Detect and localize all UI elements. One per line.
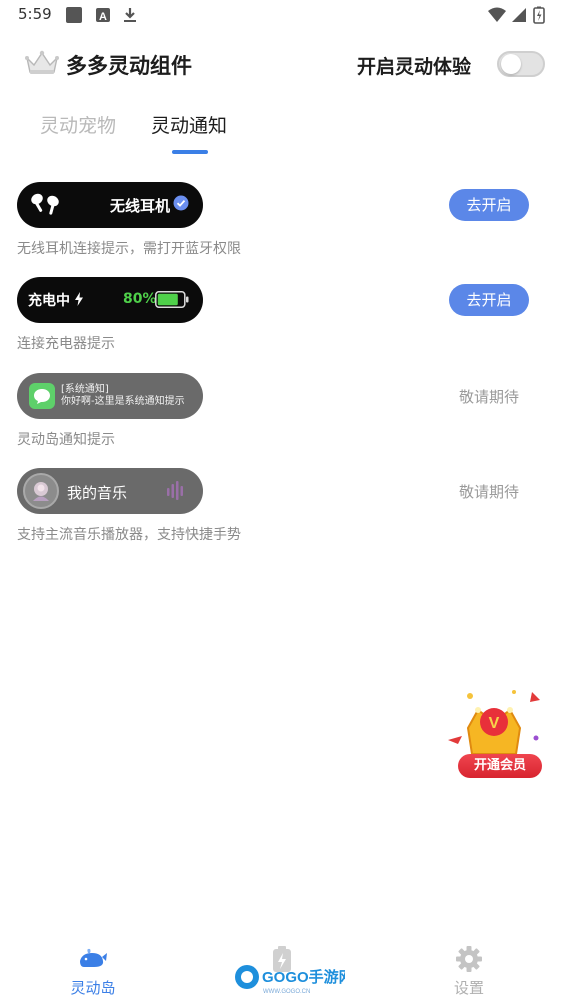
audio-wave-icon (167, 481, 183, 500)
list-item-system-notification: [系统通知] 你好啊-这里是系统通知提示 灵动岛通知提示 敬请期待 (0, 373, 563, 463)
active-tab-indicator (172, 150, 208, 154)
music-coming-soon: 敬请期待 (459, 483, 520, 501)
battery-percentage: 80% (123, 291, 157, 307)
status-time: 5:59 (18, 5, 52, 23)
download-icon (124, 8, 136, 22)
tab-bar: 灵动宠物 灵动通知 (0, 105, 563, 160)
svg-text:V: V (489, 715, 500, 732)
enable-charging-button[interactable]: 去开启 (449, 284, 529, 316)
notification-pill-body: 你好啊-这里是系统通知提示 (61, 396, 185, 407)
lightning-icon (75, 292, 83, 306)
nav-settings[interactable]: 设置 (409, 935, 529, 1000)
crown-icon (25, 50, 59, 74)
notification-coming-soon: 敬请期待 (459, 388, 520, 406)
list-item-music: 我的音乐 支持主流音乐播放器，支持快捷手势 敬请期待 (0, 468, 563, 558)
tab-dynamic-pets[interactable]: 灵动宠物 (40, 111, 116, 138)
font-a-icon: A (96, 8, 110, 23)
album-avatar-icon (23, 473, 59, 509)
music-pill-label: 我的音乐 (67, 484, 128, 502)
music-description: 支持主流音乐播放器，支持快捷手势 (17, 527, 241, 543)
toggle-knob (501, 54, 521, 74)
earbuds-description: 无线耳机连接提示，需打开蓝牙权限 (17, 241, 241, 257)
whale-icon (80, 948, 107, 967)
verified-check-icon (173, 195, 189, 211)
notification-pill-title: [系统通知] (61, 384, 109, 395)
tab-dynamic-notifications[interactable]: 灵动通知 (151, 111, 227, 138)
music-island-preview: 我的音乐 (17, 468, 203, 514)
enable-earbuds-button[interactable]: 去开启 (449, 189, 529, 221)
battery-icon (155, 291, 189, 308)
earbuds-icon (31, 193, 59, 215)
nav-dynamic-island-label: 灵动岛 (70, 979, 116, 997)
app-header: 多多灵动组件 开启灵动体验 (0, 40, 563, 90)
watermark-main-text: GOGO手游网 (262, 968, 345, 986)
notification-description: 灵动岛通知提示 (17, 432, 115, 448)
status-bar: 5:59 A (0, 0, 563, 30)
message-bubble-icon (29, 383, 55, 409)
nav-dynamic-island[interactable]: 灵动岛 (33, 935, 153, 1000)
gear-icon (456, 946, 482, 972)
dynamic-experience-toggle[interactable] (497, 51, 545, 77)
gogo-watermark-logo: GOGO手游网 WWW.GOGO.CN (235, 965, 345, 995)
earbuds-island-preview: 无线耳机 (17, 182, 203, 228)
wifi-icon (488, 7, 506, 22)
earbuds-pill-label: 无线耳机 (110, 197, 171, 215)
list-item-charging: 充电中 80% 连接充电器提示 去开启 (0, 277, 563, 367)
vip-label: 开通会员 (458, 754, 542, 778)
nav-settings-label: 设置 (453, 979, 484, 997)
list-item-earbuds: 无线耳机 无线耳机连接提示，需打开蓝牙权限 去开启 (0, 182, 563, 272)
charging-description: 连接充电器提示 (17, 336, 115, 352)
battery-charging-icon (533, 6, 545, 24)
svg-text:A: A (99, 11, 107, 23)
charging-pill-label: 充电中 (28, 293, 70, 309)
watermark-sub-text: WWW.GOGO.CN (263, 989, 310, 995)
charging-island-preview: 充电中 80% (17, 277, 203, 323)
signal-icon (512, 8, 526, 22)
notification-island-preview: [系统通知] 你好啊-这里是系统通知提示 (17, 373, 203, 419)
dynamic-experience-label: 开启灵动体验 (357, 56, 472, 78)
square-notification-icon (66, 7, 82, 23)
app-title: 多多灵动组件 (66, 54, 192, 78)
vip-badge[interactable]: V 开通会员 (444, 688, 544, 783)
